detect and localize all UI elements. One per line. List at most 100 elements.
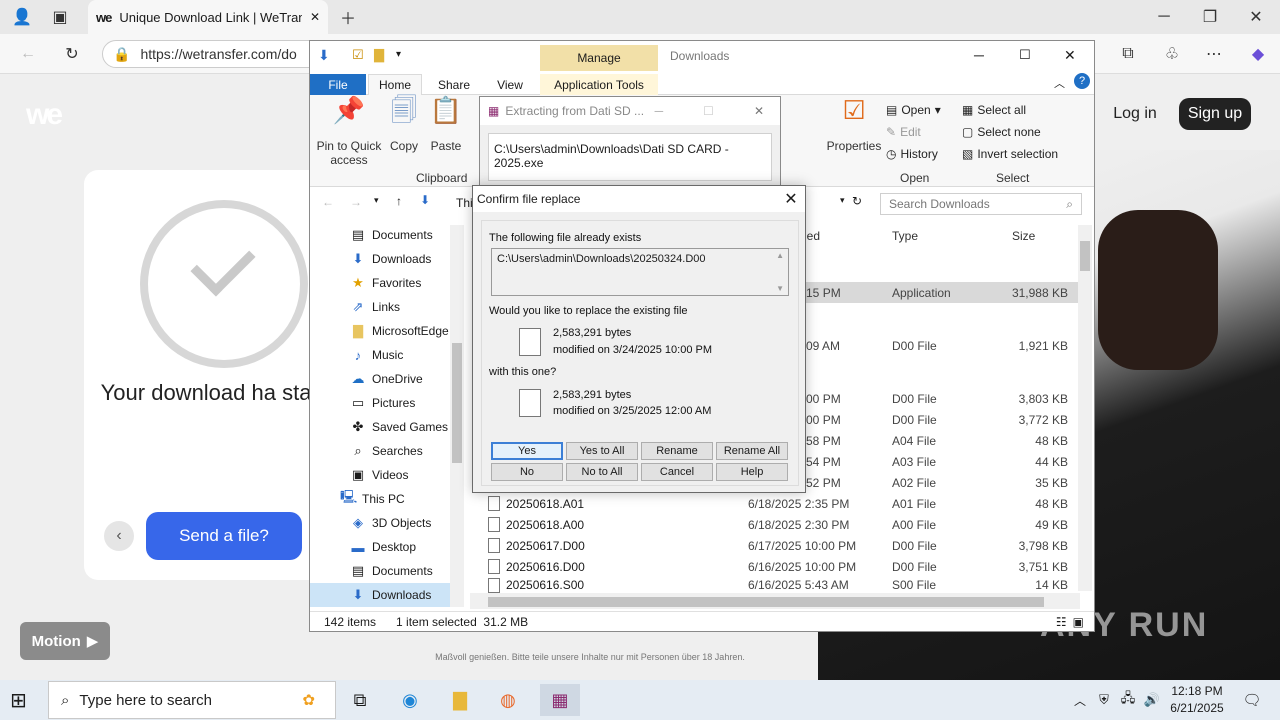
close-window-icon[interactable]: ✕: [1242, 3, 1270, 31]
chevron-left-button[interactable]: ‹: [104, 521, 134, 551]
ex-maximize-icon[interactable]: ☐: [1019, 47, 1031, 63]
motion-button[interactable]: Motion ▶: [20, 622, 110, 660]
customize-qa-icon[interactable]: ▾: [396, 49, 401, 60]
properties-qa-icon[interactable]: ☑: [352, 47, 364, 63]
nav-downloads[interactable]: ⬇ Downloads: [350, 247, 432, 271]
copilot-icon[interactable]: ◆: [1244, 40, 1272, 68]
nav-music[interactable]: ♪ Music: [350, 343, 404, 367]
ex-close-icon[interactable]: ✕: [1064, 47, 1076, 64]
back-icon[interactable]: ←: [14, 40, 42, 68]
nav-back-icon[interactable]: ←: [322, 195, 334, 209]
nav-microsoftedge[interactable]: ▇ MicrosoftEdge: [350, 319, 449, 343]
no-button[interactable]: No: [491, 463, 563, 481]
nav-saved-games[interactable]: ✤ Saved Games: [350, 415, 449, 439]
open-button[interactable]: ▤ Open ▾: [886, 103, 941, 117]
taskbar-search-input[interactable]: ⌕ Type here to search ✿: [48, 681, 336, 719]
address-text[interactable]: Thi: [456, 196, 473, 210]
confirm-close-icon[interactable]: ✕: [779, 188, 803, 210]
wetransfer-logo[interactable]: we: [26, 98, 63, 132]
browser-tab[interactable]: we Unique Download Link | WeTransf ✕: [88, 0, 328, 34]
nav-documents[interactable]: ▤ Documents: [350, 223, 433, 247]
scroll-down-icon[interactable]: ▼: [776, 284, 784, 293]
yes-button[interactable]: Yes: [491, 442, 563, 460]
profile-icon[interactable]: 👤: [8, 3, 36, 31]
ex-minimize-icon[interactable]: ─: [974, 47, 984, 63]
list-horizontal-thumb[interactable]: [488, 597, 1044, 607]
file-row[interactable]: 20250618.A00 6/18/2025 2:30 PM A00 File …: [482, 514, 1078, 535]
address-dropdown-icon[interactable]: ▾: [840, 195, 845, 206]
firefox-icon[interactable]: ◍: [492, 684, 524, 716]
send-file-button[interactable]: Send a file?: [146, 512, 302, 560]
file-explorer-icon[interactable]: ▇: [444, 684, 476, 716]
file-row[interactable]: 20250616.D00 6/16/2025 10:00 PM D00 File…: [482, 556, 1078, 577]
new-tab-icon[interactable]: ＋: [334, 3, 362, 31]
login-button[interactable]: Log in: [1104, 98, 1166, 130]
select-all-button[interactable]: ▦ Select all: [962, 103, 1026, 117]
manage-context-tab[interactable]: Manage: [540, 45, 658, 71]
edge-icon[interactable]: ◉: [394, 684, 426, 716]
file-row[interactable]: 20250616.S00 6/16/2025 5:43 AM S00 File …: [482, 577, 1078, 593]
column-type-header[interactable]: Type: [892, 229, 918, 243]
invert-selection-button[interactable]: ▧ Invert selection: [962, 147, 1058, 161]
close-tab-icon[interactable]: ✕: [310, 10, 320, 24]
windows-start-icon[interactable]: ⊞: [10, 688, 27, 713]
list-vertical-thumb[interactable]: [1080, 241, 1090, 271]
refresh-icon[interactable]: ↻: [58, 40, 86, 68]
cancel-button[interactable]: Cancel: [641, 463, 713, 481]
edit-button[interactable]: ✎ Edit: [886, 125, 921, 139]
nav-documents-pc[interactable]: ▤ Documents: [350, 559, 433, 583]
nav-searches[interactable]: ⌕ Searches: [350, 439, 422, 463]
extract-minimize-icon[interactable]: ─: [655, 104, 664, 118]
nav-favorites[interactable]: ★ Favorites: [350, 271, 421, 295]
recent-locations-icon[interactable]: ▾: [374, 195, 379, 206]
nav-forward-icon[interactable]: →: [350, 195, 362, 209]
tab-share[interactable]: Share: [428, 74, 480, 95]
extensions-icon[interactable]: ♧: [1158, 40, 1186, 68]
more-menu-icon[interactable]: ⋯: [1200, 40, 1228, 68]
tab-application-tools[interactable]: Application Tools: [540, 74, 658, 95]
rename-all-button[interactable]: Rename All: [716, 442, 788, 460]
nav-up-icon[interactable]: ↑: [396, 194, 402, 208]
nav-links[interactable]: ⇗ Links: [350, 295, 400, 319]
paste-button[interactable]: 📋 Paste: [418, 97, 474, 153]
url-bar[interactable]: 🔒 https://wetransfer.com/do: [102, 40, 332, 68]
list-vertical-scrollbar[interactable]: [1078, 225, 1092, 591]
rename-button[interactable]: Rename: [641, 442, 713, 460]
nav-onedrive[interactable]: ☁ OneDrive: [350, 367, 423, 391]
column-date-header[interactable]: ied: [804, 229, 820, 243]
column-size-header[interactable]: Size: [1012, 229, 1035, 243]
help-button[interactable]: Help: [716, 463, 788, 481]
nav-3d-objects[interactable]: ◈ 3D Objects: [350, 511, 431, 535]
nav-pictures[interactable]: ▭ Pictures: [350, 391, 416, 415]
extract-close-icon[interactable]: ✕: [754, 104, 764, 118]
file-row[interactable]: 20250618.A01 6/18/2025 2:35 PM A01 File …: [482, 493, 1078, 514]
collections-icon[interactable]: ⧉: [1114, 40, 1142, 68]
task-view-icon[interactable]: ⧉: [344, 684, 376, 716]
address-refresh-icon[interactable]: ↻: [852, 194, 862, 208]
minimize-icon[interactable]: ─: [1150, 3, 1178, 31]
no-to-all-button[interactable]: No to All: [566, 463, 638, 481]
search-downloads-input[interactable]: Search Downloads ⌕: [880, 193, 1082, 215]
winrar-taskbar-icon[interactable]: ▦: [540, 684, 580, 716]
nav-downloads-pc[interactable]: ⬇ Downloads: [310, 583, 450, 607]
notifications-icon[interactable]: 🗨: [1236, 684, 1268, 716]
new-folder-qa-icon[interactable]: ▇: [374, 47, 384, 63]
help-icon[interactable]: ?: [1074, 73, 1090, 89]
existing-file-box[interactable]: C:\Users\admin\Downloads\20250324.D00 ▲ …: [491, 248, 789, 296]
system-clock[interactable]: 12:18 PM 6/21/2025: [1160, 683, 1234, 717]
tab-file[interactable]: File: [310, 74, 366, 95]
restore-icon[interactable]: ❐: [1196, 3, 1224, 31]
yes-to-all-button[interactable]: Yes to All: [566, 442, 638, 460]
nav-this-pc[interactable]: 🖳 This PC: [340, 487, 405, 511]
large-icons-view-icon[interactable]: ▣: [1073, 615, 1084, 629]
scroll-up-icon[interactable]: ▲: [776, 251, 784, 260]
signup-button[interactable]: Sign up: [1179, 98, 1251, 130]
nav-desktop[interactable]: ▬ Desktop: [350, 535, 417, 559]
select-none-button[interactable]: ▢ Select none: [962, 125, 1041, 139]
pin-quick-access-button[interactable]: 📌 Pin to Quick access: [316, 97, 382, 167]
tab-actions-icon[interactable]: ▣: [46, 3, 74, 31]
details-view-icon[interactable]: ☷: [1056, 615, 1067, 629]
file-row[interactable]: 20250617.D00 6/17/2025 10:00 PM D00 File…: [482, 535, 1078, 556]
properties-button[interactable]: ☑ Properties: [824, 97, 884, 153]
collapse-ribbon-icon[interactable]: ︿: [1054, 75, 1065, 91]
